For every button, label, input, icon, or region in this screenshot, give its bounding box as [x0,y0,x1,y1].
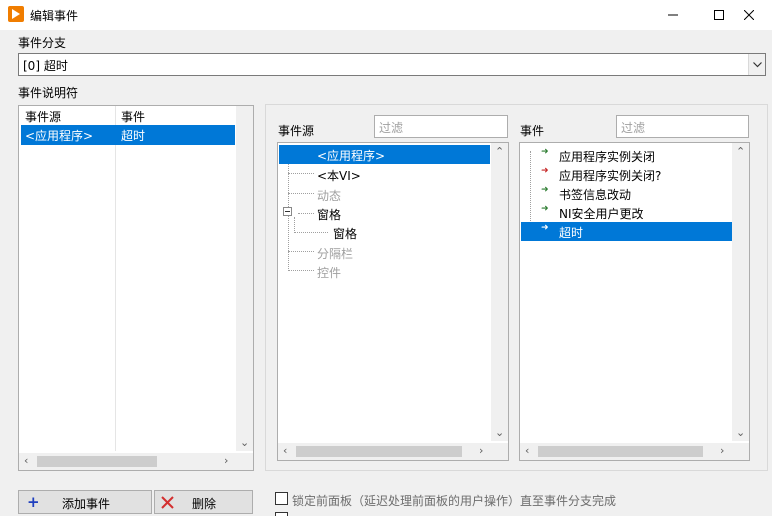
horizontal-scrollbar[interactable]: ‹ › [520,443,749,460]
column-divider [115,106,116,451]
events-list[interactable]: ➜ 应用程序实例关闭 ➜ 应用程序实例关闭? ➜ 书签信息改动 ➜ NI安全用户… [519,142,750,461]
event-arrow-icon: ➜ [541,147,549,157]
horizontal-scrollbar[interactable]: ‹ › [278,443,508,460]
event-arrow-icon: ➜ [541,204,549,214]
tree-line [288,173,314,174]
event-item-label: 应用程序实例关闭 [559,150,656,164]
add-event-label: 添加事件 [62,497,111,511]
delete-button[interactable]: 删除 [154,490,253,514]
scroll-up-icon[interactable]: ⌃ [495,145,504,158]
event-case-select[interactable]: [0] 超时 [18,53,766,76]
scroll-thumb[interactable] [296,446,462,457]
scroll-down-icon[interactable]: ⌄ [240,436,249,449]
scroll-right-icon[interactable]: › [479,444,483,457]
event-arrow-icon: ➜ [541,223,549,233]
title-bar: 编辑事件 [0,0,772,30]
labview-app-icon [8,6,24,22]
minimize-button[interactable] [650,0,696,30]
source-item-pane[interactable]: 窗格 [317,206,341,223]
second-checkbox-partial[interactable] [275,512,288,516]
lock-front-panel-label: 锁定前面板（延迟处理前面板的用户操作）直至事件分支完成 [292,494,617,508]
close-button[interactable] [726,0,772,30]
specifier-source: <应用程序> [25,129,94,143]
event-item-label: NI安全用户更改 [559,207,644,221]
event-item[interactable]: ➜ 应用程序实例关闭? [521,165,732,183]
lock-front-panel-checkbox[interactable] [275,492,288,505]
event-item-label: 超时 [559,226,584,240]
vertical-scrollbar[interactable]: ⌃ ⌄ [491,143,508,441]
vertical-scrollbar[interactable]: ⌃ ⌄ [732,143,749,441]
source-item-this-vi[interactable]: <本VI> [317,167,361,184]
event-item[interactable]: ➜ NI安全用户更改 [521,203,732,221]
event-case-label: 事件分支 [18,36,67,50]
specifier-event: 超时 [121,129,146,143]
plus-icon: + [27,493,40,511]
chevron-down-icon[interactable] [748,54,765,75]
scroll-up-icon[interactable]: ⌃ [736,145,745,158]
event-sources-label: 事件源 [278,124,315,138]
scroll-left-icon[interactable]: ‹ [283,444,287,457]
add-event-button[interactable]: + 添加事件 [18,490,152,514]
scroll-right-icon[interactable]: › [224,454,228,467]
event-item-label: 书签信息改动 [559,188,632,202]
scroll-down-icon[interactable]: ⌄ [495,426,504,439]
event-item-label: 应用程序实例关闭? [559,169,662,183]
tree-line [294,232,328,233]
window-title: 编辑事件 [30,9,79,23]
event-sources-tree[interactable]: <应用程序> <本VI> 动态 窗格 窗格 分隔栏 控件 ⌃ ⌄ ‹ › [277,142,509,461]
source-item-pane-child[interactable]: 窗格 [333,225,357,242]
delete-label: 删除 [192,497,217,511]
tree-line [298,213,314,214]
sources-filter-input[interactable]: 过滤 [374,115,508,138]
source-item-label: <应用程序> [317,149,386,163]
event-item[interactable]: ➜ 应用程序实例关闭 [521,146,732,164]
scroll-left-icon[interactable]: ‹ [525,444,529,457]
col-header-source: 事件源 [25,110,62,124]
tree-line [288,270,314,271]
scroll-thumb[interactable] [538,446,703,457]
vertical-scrollbar[interactable]: ⌄ [236,106,253,451]
collapse-icon[interactable] [283,207,292,216]
horizontal-scrollbar[interactable]: ‹ › [19,453,253,470]
source-item-controls[interactable]: 控件 [317,264,341,281]
tree-line [294,217,295,233]
scroll-right-icon[interactable]: › [720,444,724,457]
specifier-row[interactable]: <应用程序> 超时 [21,125,235,145]
events-label: 事件 [520,124,545,138]
scroll-down-icon[interactable]: ⌄ [736,426,745,439]
event-item[interactable]: ➜ 书签信息改动 [521,184,732,202]
event-specifiers-list[interactable]: 事件源 事件 <应用程序> 超时 ⌄ ‹ › [18,105,254,471]
source-item-application[interactable]: <应用程序> [279,145,490,164]
event-arrow-icon: ➜ [541,166,549,176]
scroll-thumb[interactable] [37,456,157,467]
delete-x-icon [161,496,174,509]
source-item-splitter[interactable]: 分隔栏 [317,245,353,262]
event-arrow-icon: ➜ [541,185,549,195]
events-filter-input[interactable]: 过滤 [616,115,749,138]
scroll-left-icon[interactable]: ‹ [24,454,28,467]
source-item-dynamic[interactable]: 动态 [317,187,341,204]
event-specifiers-label: 事件说明符 [18,86,79,100]
tree-line [288,251,314,252]
col-header-event: 事件 [121,110,146,124]
event-case-value: [0] 超时 [23,59,68,73]
tree-line [288,193,314,194]
event-item-timeout[interactable]: ➜ 超时 [521,222,732,241]
